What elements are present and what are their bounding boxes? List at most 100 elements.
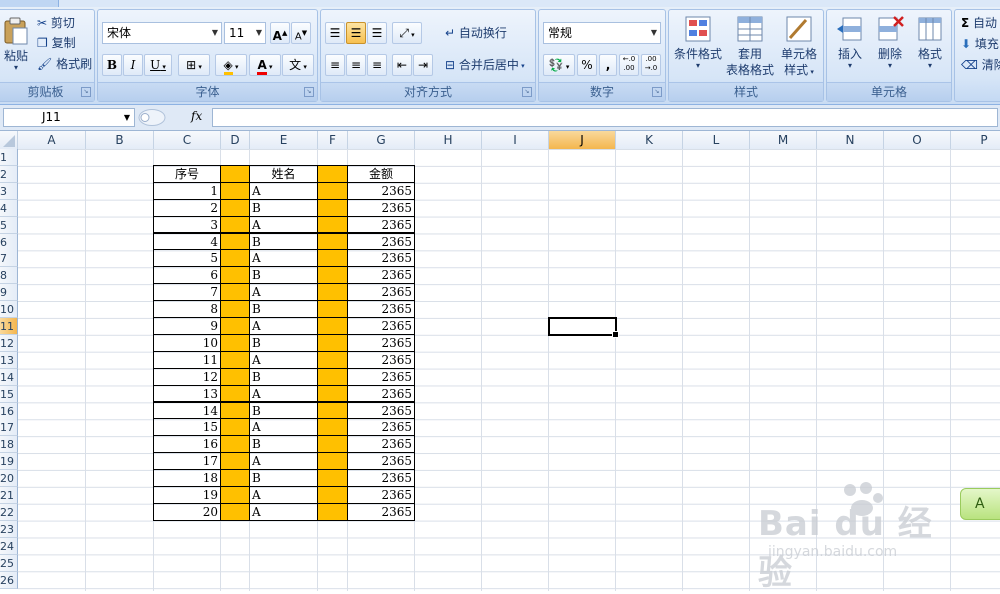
seq-cell[interactable]: 18	[153, 469, 221, 487]
merge-center-button[interactable]: ⊟ 合并后居中 ▾	[445, 56, 525, 73]
amount-cell[interactable]: 2365	[347, 215, 415, 234]
column-header-a[interactable]: A	[18, 131, 86, 149]
delete-cells-button[interactable]: 删除 ▾	[871, 14, 909, 70]
name-cell[interactable]: B	[249, 300, 318, 318]
row-header-15[interactable]: 15	[0, 385, 18, 403]
name-cell[interactable]: A	[249, 350, 318, 369]
seq-cell[interactable]: 1	[153, 181, 221, 200]
seq-cell[interactable]: 10	[153, 333, 221, 352]
seq-cell[interactable]: 15	[153, 418, 221, 437]
select-all-button[interactable]	[0, 131, 18, 149]
name-cell[interactable]: B	[249, 266, 318, 285]
row-header-11[interactable]: 11	[0, 318, 18, 335]
number-launcher-icon[interactable]: ↘	[652, 87, 662, 97]
fill-handle[interactable]	[612, 330, 619, 338]
name-cell[interactable]: A	[249, 215, 318, 234]
insert-function-icon[interactable]: fx	[191, 109, 202, 123]
seq-cell[interactable]: 12	[153, 367, 221, 386]
italic-button[interactable]: I	[123, 54, 143, 76]
amount-cell[interactable]: 2365	[347, 502, 415, 521]
name-cell[interactable]: A	[249, 317, 318, 335]
orange-fill-cell[interactable]	[220, 266, 250, 285]
column-header-e[interactable]: E	[250, 131, 318, 149]
decrease-indent-button[interactable]: ⇤	[392, 54, 412, 76]
currency-button[interactable]: 💱 ▾	[543, 54, 575, 76]
percent-button[interactable]: %	[577, 54, 597, 76]
orange-fill-cell[interactable]	[220, 181, 250, 200]
increase-indent-button[interactable]: ⇥	[413, 54, 433, 76]
amount-cell[interactable]: 2365	[347, 317, 415, 335]
seq-cell[interactable]: 6	[153, 266, 221, 285]
header-name-cell[interactable]: 姓名	[249, 164, 318, 183]
name-cell[interactable]: B	[249, 333, 318, 352]
orange-fill-cell[interactable]	[220, 300, 250, 318]
row-header-1[interactable]: 1	[0, 149, 18, 166]
row-header-24[interactable]: 24	[0, 537, 18, 555]
orange-fill-cell[interactable]	[220, 384, 250, 403]
orange-fill-cell[interactable]	[220, 367, 250, 386]
orange-fill-cell[interactable]	[317, 232, 348, 251]
insert-cells-button[interactable]: 插入 ▾	[831, 14, 869, 70]
name-cell[interactable]: A	[249, 249, 318, 268]
fill-button[interactable]: ⬇ 填充	[961, 35, 999, 52]
name-cell[interactable]: A	[249, 502, 318, 521]
amount-cell[interactable]: 2365	[347, 418, 415, 437]
amount-cell[interactable]: 2365	[347, 452, 415, 471]
column-header-o[interactable]: O	[884, 131, 951, 149]
column-header-c[interactable]: C	[154, 131, 221, 149]
column-header-l[interactable]: L	[683, 131, 750, 149]
name-cell[interactable]: A	[249, 283, 318, 302]
seq-cell[interactable]: 20	[153, 502, 221, 521]
conditional-format-button[interactable]: 条件格式 ▾	[673, 14, 723, 70]
align-center-button[interactable]: ≡	[346, 54, 366, 76]
amount-cell[interactable]: 2365	[347, 181, 415, 200]
orange-fill-cell[interactable]	[220, 283, 250, 302]
row-header-25[interactable]: 25	[0, 554, 18, 572]
amount-cell[interactable]: 2365	[347, 249, 415, 268]
orange-fill-cell[interactable]	[220, 486, 250, 504]
column-header-h[interactable]: H	[415, 131, 482, 149]
row-header-13[interactable]: 13	[0, 351, 18, 369]
seq-cell[interactable]: 2	[153, 198, 221, 217]
clear-button[interactable]: ⌫ 清除	[961, 56, 1000, 73]
orange-fill-cell[interactable]	[317, 350, 348, 369]
row-header-20[interactable]: 20	[0, 470, 18, 488]
name-cell[interactable]: B	[249, 401, 318, 420]
name-cell[interactable]: B	[249, 232, 318, 251]
amount-cell[interactable]: 2365	[347, 266, 415, 285]
orange-fill-cell[interactable]	[220, 249, 250, 268]
orange-fill-cell[interactable]	[317, 300, 348, 318]
row-header-2[interactable]: 2	[0, 165, 18, 183]
name-cell[interactable]: A	[249, 486, 318, 504]
row-header-8[interactable]: 8	[0, 267, 18, 285]
orange-fill-cell[interactable]	[317, 418, 348, 437]
paste-dropdown-icon[interactable]: ▾	[1, 64, 31, 72]
formula-input[interactable]	[212, 108, 998, 127]
format-painter-button[interactable]: 🖌 格式刷	[37, 55, 92, 72]
tab-home[interactable]	[0, 0, 59, 7]
align-right-button[interactable]: ≡	[367, 54, 387, 76]
font-name-select[interactable]: 宋体 ▼	[102, 22, 222, 44]
amount-cell[interactable]: 2365	[347, 350, 415, 369]
format-cells-button[interactable]: 格式 ▾	[911, 14, 949, 70]
orange-fill-cell[interactable]	[317, 435, 348, 454]
column-header-j[interactable]: J	[549, 131, 616, 149]
orange-fill-cell[interactable]	[220, 215, 250, 234]
seq-cell[interactable]: 14	[153, 401, 221, 420]
name-cell[interactable]: B	[249, 435, 318, 454]
name-cell[interactable]: A	[249, 384, 318, 403]
cut-button[interactable]: ✂ 剪切	[37, 14, 75, 31]
orange-fill-cell[interactable]	[317, 164, 348, 183]
name-cell[interactable]: B	[249, 198, 318, 217]
function-circle-icon[interactable]	[137, 108, 167, 127]
seq-cell[interactable]: 7	[153, 283, 221, 302]
seq-cell[interactable]: 4	[153, 232, 221, 251]
row-header-19[interactable]: 19	[0, 453, 18, 471]
seq-cell[interactable]: 9	[153, 317, 221, 335]
orange-fill-cell[interactable]	[220, 469, 250, 487]
orange-fill-cell[interactable]	[220, 401, 250, 420]
increase-decimal-button[interactable]: ←.0 .00	[619, 54, 639, 76]
column-header-b[interactable]: B	[86, 131, 154, 149]
align-middle-button[interactable]: ☰	[346, 22, 366, 44]
seq-cell[interactable]: 5	[153, 249, 221, 268]
